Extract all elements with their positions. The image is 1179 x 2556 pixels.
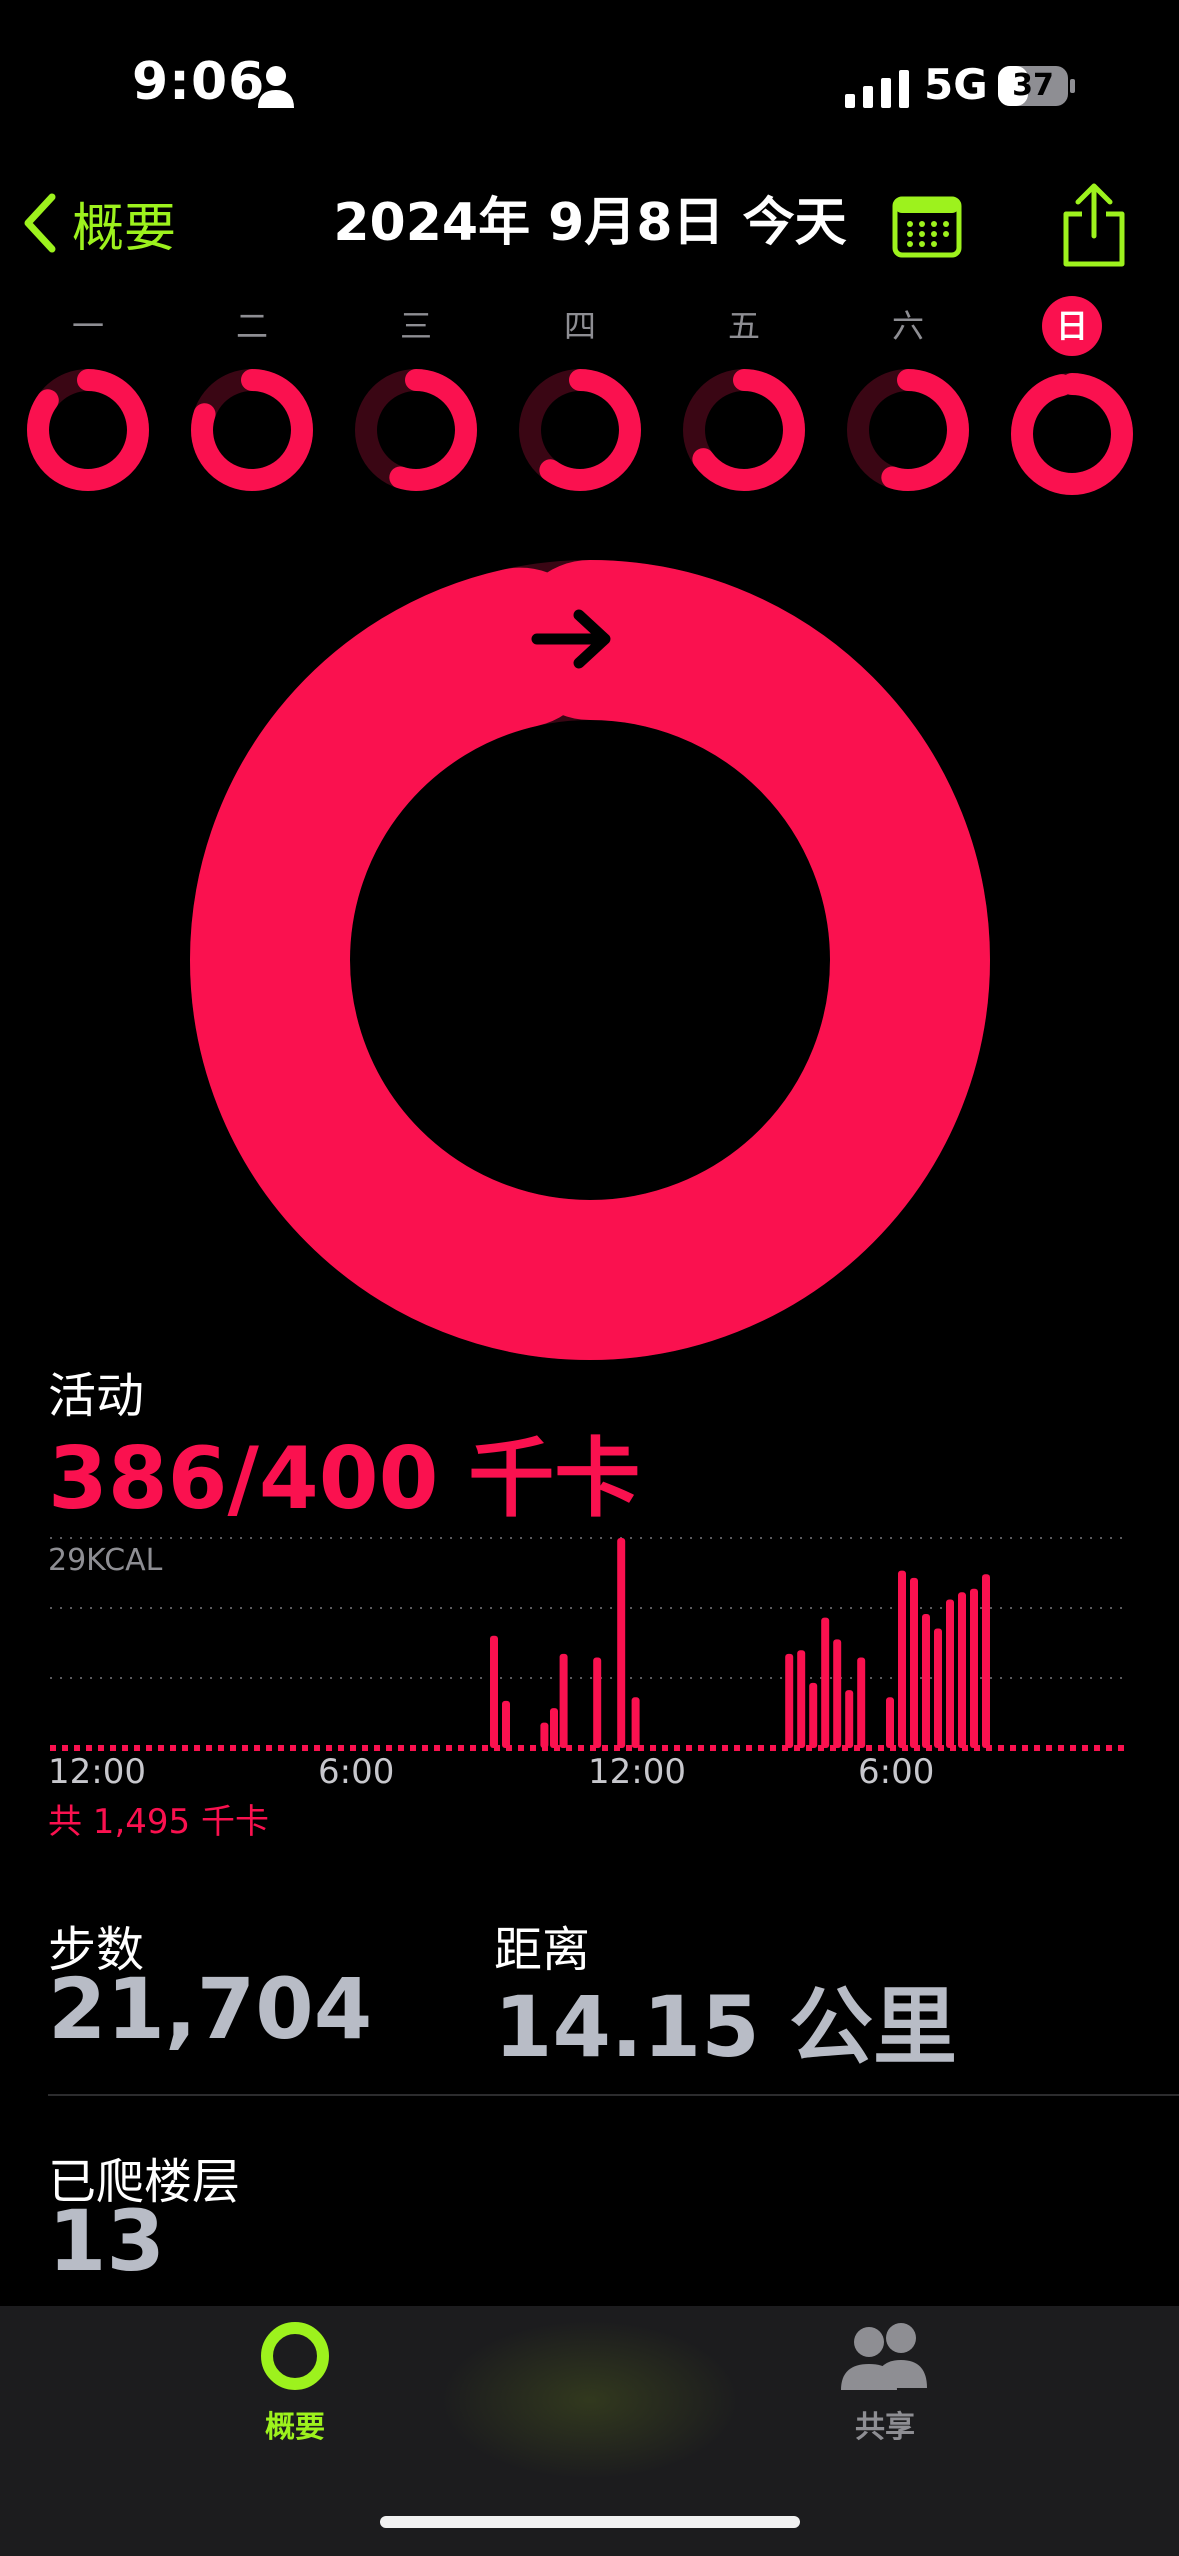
chart-bar <box>631 1697 640 1748</box>
chart-max-label: 29KCAL <box>48 1543 163 1578</box>
day-label: 五 <box>727 307 760 345</box>
chart-bar <box>970 1588 978 1748</box>
chart-bar <box>559 1653 568 1748</box>
activity-value: 386/400 千卡 <box>48 1429 641 1529</box>
chart-bar <box>821 1617 830 1748</box>
calendar-icon[interactable] <box>892 196 962 258</box>
network-type: 5G <box>924 60 988 109</box>
divider <box>48 2094 1179 2096</box>
chart-bar <box>502 1700 510 1748</box>
day-item[interactable]: 日 <box>1002 296 1142 496</box>
chart-bar <box>845 1690 854 1748</box>
back-button[interactable]: 概要 <box>22 188 177 259</box>
day-label: 一 <box>71 307 104 345</box>
chart-tick-label: 6:00 <box>858 1752 935 1792</box>
day-label: 四 <box>563 307 596 345</box>
activity-chart: 29KCAL <box>48 1537 1130 1751</box>
chevron-left-icon <box>24 193 56 253</box>
chart-bar <box>785 1653 794 1748</box>
chart-bar <box>886 1697 894 1748</box>
day-ring <box>683 369 805 491</box>
battery-level: 37 <box>1012 68 1054 103</box>
tab-summary-label: 概要 <box>265 2410 325 2445</box>
day-ring <box>1011 373 1133 495</box>
chart-bar <box>593 1657 602 1748</box>
chart-bar <box>910 1577 918 1748</box>
chart-tick-label: 12:00 <box>48 1752 146 1792</box>
person-icon <box>258 66 294 108</box>
tab-summary[interactable]: 概要 <box>240 2318 350 2446</box>
chart-bar <box>809 1682 818 1748</box>
chart-bar <box>934 1628 942 1748</box>
activity-ring-icon <box>261 2322 329 2390</box>
chart-bar <box>857 1657 866 1748</box>
day-item[interactable]: 六 <box>838 300 978 492</box>
day-ring <box>355 369 477 491</box>
chart-tick-label: 12:00 <box>588 1752 686 1792</box>
day-label: 二 <box>235 307 268 345</box>
day-item[interactable]: 五 <box>674 300 814 492</box>
chart-bar <box>797 1650 806 1748</box>
home-indicator <box>380 2516 800 2528</box>
distance-value: 14.15 公里 <box>494 1978 957 2076</box>
chart-bar <box>922 1614 930 1748</box>
chart-tick-label: 6:00 <box>318 1752 395 1792</box>
day-item[interactable]: 四 <box>510 300 650 492</box>
chart-bar <box>833 1639 842 1748</box>
day-ring <box>519 369 641 491</box>
chart-bar <box>550 1708 558 1748</box>
chart-bar <box>982 1574 990 1748</box>
day-ring <box>847 369 969 491</box>
steps-value: 21,704 <box>48 1960 373 2058</box>
day-item[interactable]: 一 <box>18 300 158 492</box>
chart-bar <box>958 1592 966 1748</box>
tab-bar-glow <box>440 2320 740 2480</box>
battery-icon: 37 <box>998 64 1076 108</box>
day-ring <box>191 369 313 491</box>
day-item[interactable]: 二 <box>182 300 322 492</box>
back-label: 概要 <box>72 198 177 259</box>
activity-total: 共 1,495 千卡 <box>48 1802 269 1842</box>
signal-icon <box>845 70 909 108</box>
page-title: 2024年 9月8日 今天 <box>333 193 847 253</box>
move-ring[interactable] <box>185 555 995 1365</box>
tab-sharing-label: 共享 <box>855 2410 915 2445</box>
status-time: 9:06 <box>132 52 266 112</box>
people-icon <box>841 2323 927 2390</box>
chart-bar <box>946 1599 954 1748</box>
day-ring <box>27 369 149 491</box>
tab-sharing[interactable]: 共享 <box>830 2318 940 2446</box>
chart-bar <box>490 1635 498 1748</box>
day-item[interactable]: 三 <box>346 300 486 492</box>
day-label: 日 <box>1042 296 1102 356</box>
day-label: 三 <box>399 307 432 345</box>
day-label: 六 <box>891 307 924 345</box>
chart-bar <box>617 1538 626 1748</box>
chart-bar <box>540 1722 549 1748</box>
share-icon[interactable] <box>1060 182 1128 268</box>
floors-value: 13 <box>48 2192 165 2290</box>
chart-bar <box>898 1570 906 1748</box>
